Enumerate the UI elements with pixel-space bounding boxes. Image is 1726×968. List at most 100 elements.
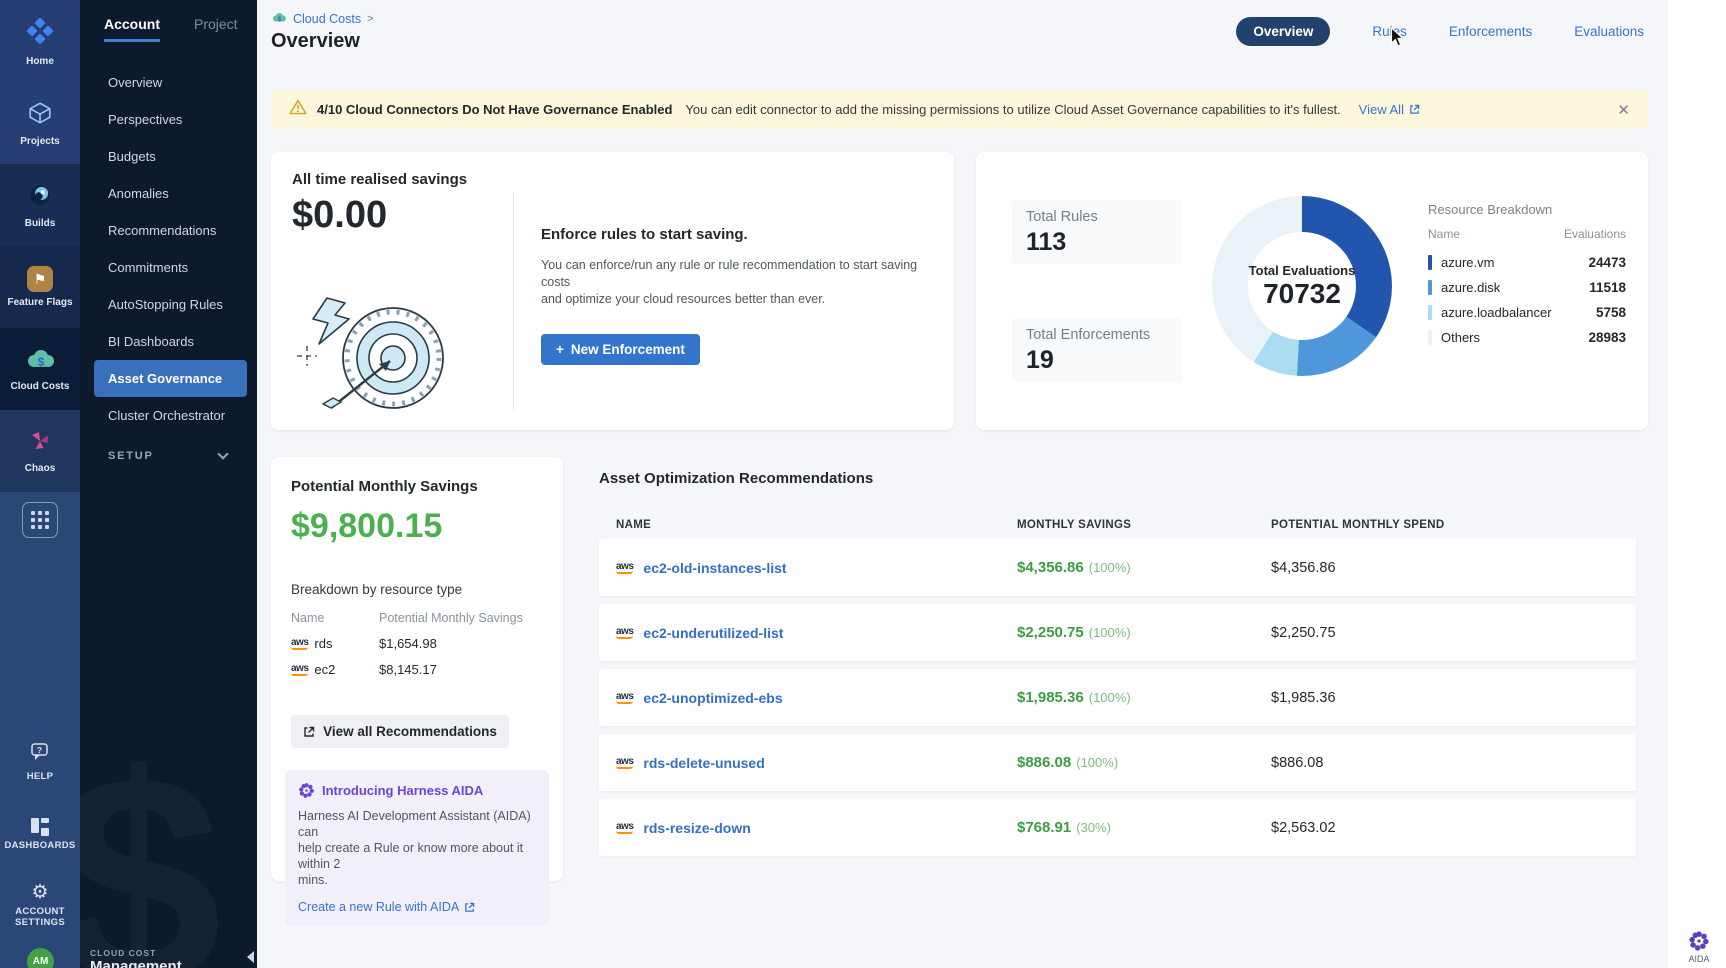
sidebar-item-perspectives[interactable]: Perspectives bbox=[80, 101, 257, 138]
sidebar-item-anomalies[interactable]: Anomalies bbox=[80, 175, 257, 212]
total-enforcements-label: Total Enforcements bbox=[1026, 327, 1168, 343]
legend-row: Others 28983 bbox=[1428, 329, 1626, 345]
sidebar-item-recommendations[interactable]: Recommendations bbox=[80, 212, 257, 249]
banner-close-button[interactable]: ✕ bbox=[1617, 101, 1630, 119]
right-gutter: AIDA bbox=[1668, 0, 1726, 968]
scope-tabs: Account Project bbox=[80, 0, 257, 42]
banner-headline: 4/10 Cloud Connectors Do Not Have Govern… bbox=[317, 102, 672, 117]
top-navigation: Overview Rules Enforcements Evaluations bbox=[1236, 17, 1644, 46]
setup-section-toggle[interactable]: SETUP bbox=[80, 450, 257, 462]
new-enforcement-button[interactable]: + New Enforcement bbox=[541, 334, 700, 365]
rail-item-account-settings[interactable]: ⚙ ACCOUNT SETTINGS bbox=[0, 883, 80, 928]
legend-value: 5758 bbox=[1596, 305, 1626, 320]
total-enforcements-stat: Total Enforcements 19 bbox=[1012, 318, 1182, 382]
breakdown-table: Name Potential Monthly Savings aws rds $… bbox=[291, 611, 543, 677]
aida-body-line2: help create a Rule or know more about it… bbox=[298, 841, 523, 871]
banner-view-all-link[interactable]: View All bbox=[1359, 102, 1420, 117]
savings-percent: (100%) bbox=[1089, 690, 1131, 705]
col-savings-header: MONTHLY SAVINGS bbox=[1017, 519, 1271, 531]
potential-savings-title: Potential Monthly Savings bbox=[291, 478, 543, 495]
view-all-recommendations-button[interactable]: View all Recommendations bbox=[291, 715, 509, 748]
aida-body-line3: mins. bbox=[298, 873, 328, 887]
view-all-recommendations-label: View all Recommendations bbox=[323, 724, 497, 739]
governance-stats-card: Total Rules 113 Total Enforcements 19 To… bbox=[976, 152, 1648, 430]
banner-description: You can edit connector to add the missin… bbox=[685, 102, 1340, 117]
sidebar-item-bi-dashboards[interactable]: BI Dashboards bbox=[80, 323, 257, 360]
resource-name: ec2 bbox=[314, 662, 335, 677]
rail-item-chaos[interactable]: Chaos bbox=[0, 410, 80, 492]
tab-project[interactable]: Project bbox=[194, 16, 238, 42]
rail-label: HELP bbox=[27, 771, 54, 782]
user-avatar[interactable]: AM bbox=[27, 948, 54, 968]
sidebar-item-cluster-orchestrator[interactable]: Cluster Orchestrator bbox=[80, 397, 257, 434]
sidebar-collapse-handle[interactable] bbox=[247, 951, 254, 963]
legend-title: Resource Breakdown bbox=[1428, 202, 1626, 217]
breadcrumb-separator: > bbox=[367, 13, 373, 25]
table-row: aws ec2-old-instances-list $4,356.86(100… bbox=[599, 539, 1636, 596]
recommendation-link[interactable]: ec2-unoptimized-ebs bbox=[643, 690, 782, 706]
rail-item-cloud-costs[interactable]: $ Cloud Costs bbox=[0, 328, 80, 410]
rail-label: Projects bbox=[20, 136, 59, 147]
donut-center-label: Total Evaluations bbox=[1249, 263, 1356, 278]
aida-assistant-button[interactable]: AIDA bbox=[1688, 930, 1710, 964]
savings-amount: $0.00 bbox=[292, 194, 387, 237]
sidebar-item-overview[interactable]: Overview bbox=[80, 64, 257, 101]
create-rule-label: Create a new Rule with AIDA bbox=[298, 900, 459, 914]
tab-evaluations[interactable]: Evaluations bbox=[1574, 24, 1644, 39]
dashboards-grid-icon bbox=[31, 818, 49, 836]
monthly-spend: $1,985.36 bbox=[1271, 690, 1547, 706]
table-row: aws ec2-underutilized-list $2,250.75(100… bbox=[599, 604, 1636, 661]
page-title: Overview bbox=[271, 30, 360, 53]
breakdown-title: Breakdown by resource type bbox=[291, 582, 543, 597]
potential-savings-amount: $9,800.15 bbox=[291, 507, 543, 546]
legend-name-header: Name bbox=[1428, 227, 1460, 241]
module-picker-button[interactable] bbox=[22, 502, 58, 538]
monthly-spend: $2,563.02 bbox=[1271, 820, 1547, 836]
cta-description: You can enforce/run any rule or rule rec… bbox=[541, 257, 936, 308]
apps-grid-icon bbox=[31, 511, 49, 529]
tab-account[interactable]: Account bbox=[104, 16, 160, 42]
recommendation-link[interactable]: rds-resize-down bbox=[643, 820, 750, 836]
recommendation-link[interactable]: rds-delete-unused bbox=[643, 755, 764, 771]
external-link-icon bbox=[303, 726, 315, 738]
tab-overview[interactable]: Overview bbox=[1236, 17, 1330, 46]
builds-icon bbox=[27, 182, 53, 213]
sidebar-item-autostopping-rules[interactable]: AutoStopping Rules bbox=[80, 286, 257, 323]
sidebar-item-budgets[interactable]: Budgets bbox=[80, 138, 257, 175]
savings-percent: (100%) bbox=[1089, 625, 1131, 640]
rail-item-help[interactable]: ? HELP bbox=[0, 742, 80, 782]
rail-item-dashboards[interactable]: DASHBOARDS bbox=[0, 818, 80, 851]
create-rule-with-aida-link[interactable]: Create a new Rule with AIDA bbox=[298, 900, 536, 914]
tab-rules[interactable]: Rules bbox=[1372, 24, 1407, 39]
help-chat-icon: ? bbox=[29, 742, 51, 767]
chevron-down-icon bbox=[217, 448, 228, 459]
legend-value: 11518 bbox=[1589, 280, 1626, 295]
sidebar-item-asset-governance[interactable]: Asset Governance bbox=[94, 360, 247, 397]
savings-percent: (30%) bbox=[1076, 820, 1111, 835]
aida-body-line1: Harness AI Development Assistant (AIDA) … bbox=[298, 809, 531, 839]
app-window: Home Projects Builds ⚑ Feature Flags bbox=[0, 0, 1726, 968]
rail-item-projects[interactable]: Projects bbox=[0, 82, 80, 164]
svg-text:$: $ bbox=[38, 355, 45, 369]
sidebar-menu: Overview Perspectives Budgets Anomalies … bbox=[80, 64, 257, 434]
main-content: $ Cloud Costs > Overview Overview Rules … bbox=[257, 0, 1668, 968]
legend-row: azure.disk 11518 bbox=[1428, 279, 1626, 295]
monthly-spend: $886.08 bbox=[1271, 755, 1547, 771]
rail-item-home[interactable]: Home bbox=[0, 0, 80, 82]
monthly-spend: $2,250.75 bbox=[1271, 625, 1547, 641]
monthly-spend: $4,356.86 bbox=[1271, 560, 1547, 576]
rail-item-feature-flags[interactable]: ⚑ Feature Flags bbox=[0, 246, 80, 328]
tab-enforcements[interactable]: Enforcements bbox=[1449, 24, 1532, 39]
sidebar-item-commitments[interactable]: Commitments bbox=[80, 249, 257, 286]
harness-logo-icon bbox=[25, 16, 55, 51]
external-link-icon bbox=[1409, 104, 1420, 115]
footer-module-name: Management bbox=[90, 958, 182, 968]
aida-fab-label: AIDA bbox=[1688, 954, 1709, 964]
col-spend-header: POTENTIAL MONTHLY SPEND bbox=[1271, 519, 1547, 531]
recommendation-link[interactable]: ec2-old-instances-list bbox=[643, 560, 786, 576]
rail-item-builds[interactable]: Builds bbox=[0, 164, 80, 246]
rail-label: ACCOUNT SETTINGS bbox=[9, 906, 71, 928]
table-row: aws ec2-unoptimized-ebs $1,985.36(100%) … bbox=[599, 669, 1636, 726]
breadcrumb-cloud-costs-link[interactable]: Cloud Costs bbox=[293, 12, 361, 26]
recommendation-link[interactable]: ec2-underutilized-list bbox=[643, 625, 783, 641]
